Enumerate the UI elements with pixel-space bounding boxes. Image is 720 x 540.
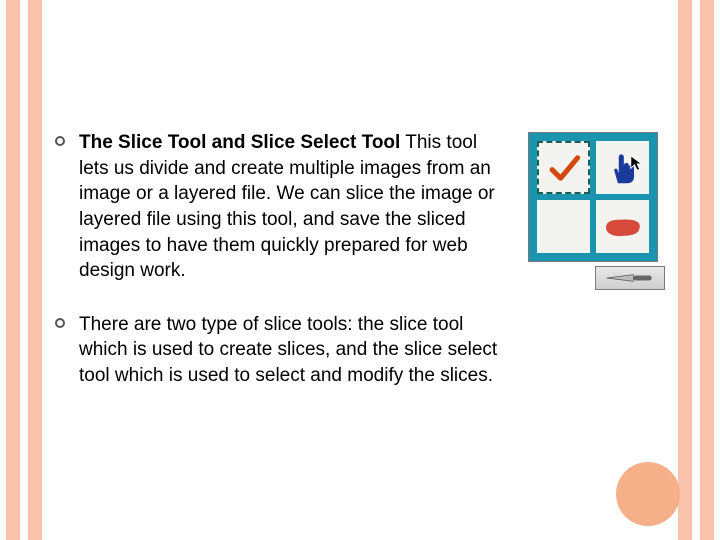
slice-cell [596, 141, 649, 194]
bullet-title: The Slice Tool and Slice Select Tool [79, 132, 400, 153]
decor-stripe [6, 0, 20, 540]
decor-stripe [28, 0, 42, 540]
checkmark-icon [547, 151, 581, 185]
slice-cell [596, 200, 649, 253]
bullet-body: There are two type of slice tools: the s… [79, 314, 497, 386]
slice-tool-icon [595, 266, 665, 290]
slice-cell [537, 200, 590, 253]
decor-circle [616, 462, 680, 526]
bullet-item: There are two type of slice tools: the s… [55, 312, 665, 389]
slice-cell [537, 141, 590, 194]
blob-icon [603, 215, 643, 239]
bullet-text: There are two type of slice tools: the s… [79, 312, 499, 389]
bullet-body: This tool lets us divide and create mult… [79, 132, 495, 281]
bullet-text: The Slice Tool and Slice Select Tool Thi… [79, 130, 499, 284]
decor-stripe [678, 0, 692, 540]
cursor-icon [629, 154, 647, 172]
diamond-icon [545, 208, 582, 245]
slice-grid-thumbnail [528, 132, 658, 262]
bullet-marker [55, 318, 65, 328]
bullet-marker [55, 136, 65, 146]
decor-stripe [700, 0, 714, 540]
